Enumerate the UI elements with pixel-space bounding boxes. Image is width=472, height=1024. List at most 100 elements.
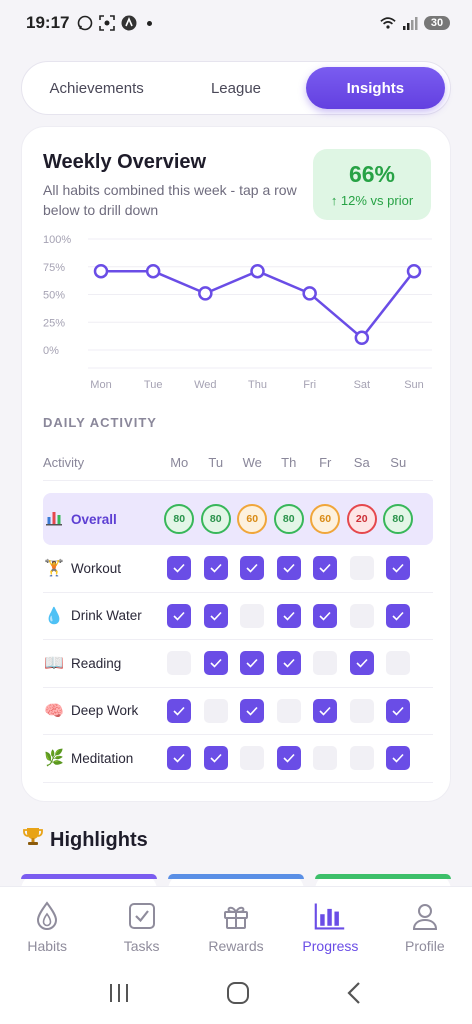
nav-progress-label: Progress	[302, 937, 359, 954]
tab-league[interactable]: League	[166, 67, 305, 109]
habit-checkbox-checked[interactable]	[240, 556, 265, 581]
nav-rewards[interactable]: Rewards	[189, 887, 283, 966]
grid-header-day: Sa	[353, 455, 370, 470]
data-point	[354, 330, 370, 346]
habit-row[interactable]: 🧠 Deep Work	[43, 688, 433, 735]
overall-day-cell[interactable]: 60	[234, 504, 271, 534]
overall-day-cell[interactable]: 80	[161, 504, 198, 534]
signal-icon	[402, 15, 418, 31]
grid-header-day: Th	[281, 455, 297, 470]
x-tick-label: Tue	[144, 379, 163, 391]
habit-checkbox-checked[interactable]	[240, 651, 265, 676]
home-icon[interactable]	[226, 981, 250, 1010]
habit-checkbox-checked[interactable]	[203, 746, 228, 771]
habit-checkbox-checked[interactable]	[240, 698, 265, 723]
nav-tasks-label: Tasks	[123, 937, 160, 954]
habit-checkbox-checked[interactable]	[313, 556, 338, 581]
habit-checkbox-checked[interactable]	[203, 603, 228, 628]
whatsapp-icon	[77, 15, 93, 31]
habit-label: Reading	[71, 655, 122, 671]
habit-label: Meditation	[71, 750, 134, 766]
day-score-badge: 80	[200, 504, 231, 534]
habit-checkbox-checked[interactable]	[276, 556, 301, 581]
overall-day-cell[interactable]: 60	[307, 504, 344, 534]
habit-checkbox-checked[interactable]	[386, 698, 411, 723]
nav-profile[interactable]: Profile	[378, 887, 472, 966]
overall-day-cell[interactable]: 80	[380, 504, 417, 534]
wifi-icon	[380, 15, 396, 31]
habit-checkbox-empty[interactable]	[276, 698, 301, 723]
habit-checkbox-empty[interactable]	[203, 698, 228, 723]
overall-day-cell[interactable]: 80	[271, 504, 308, 534]
nav-progress[interactable]: Progress	[283, 887, 377, 966]
weekly-overview-title: Weekly Overview	[43, 151, 207, 173]
nav-tasks[interactable]: Tasks	[94, 887, 188, 966]
grid-header-day: Su	[390, 455, 407, 470]
grid-header: Activity Mo Tu We Th Fr Sa Su	[43, 445, 433, 481]
habit-checkbox-checked[interactable]	[276, 746, 301, 771]
habit-checkbox-checked[interactable]	[276, 603, 301, 628]
brain-emoji-icon: 🧠	[44, 702, 64, 720]
habit-label: Drink Water	[71, 608, 142, 624]
overall-day-cell[interactable]: 20	[344, 504, 381, 534]
habit-checkbox-checked[interactable]	[167, 746, 192, 771]
book-emoji-icon: 📖	[44, 655, 64, 673]
habit-checkbox-empty[interactable]	[349, 556, 374, 581]
day-score-badge: 80	[383, 504, 414, 534]
x-tick-label: Mon	[90, 379, 111, 391]
habit-checkbox-checked[interactable]	[276, 651, 301, 676]
weekly-overview-card: Weekly Overview All habits combined this…	[21, 126, 451, 802]
habit-checkbox-empty[interactable]	[349, 746, 374, 771]
overall-row[interactable]: Overall 80 80 60 80 60 20 80	[43, 493, 433, 545]
habit-checkbox-checked[interactable]	[203, 651, 228, 676]
habit-row[interactable]: 🏋 Workout	[43, 545, 433, 593]
nav-profile-label: Profile	[404, 937, 445, 954]
habit-checkbox-empty[interactable]	[313, 746, 338, 771]
habit-checkbox-checked[interactable]	[349, 651, 374, 676]
habit-checkbox-checked[interactable]	[386, 556, 411, 581]
x-tick-label: Sun	[404, 379, 424, 391]
weightlifter-emoji-icon: 🏋	[44, 560, 64, 578]
dot-icon	[147, 20, 153, 26]
highlights-heading: Highlights	[22, 826, 148, 854]
bar-chart-icon	[314, 900, 346, 932]
habit-checkbox-checked[interactable]	[386, 603, 411, 628]
habit-checkbox-empty[interactable]	[240, 746, 265, 771]
habit-checkbox-empty[interactable]	[349, 698, 374, 723]
bar-chart-emoji-icon	[43, 508, 65, 531]
nav-rewards-label: Rewards	[208, 937, 264, 954]
habit-checkbox-checked[interactable]	[386, 746, 411, 771]
data-point	[198, 286, 213, 301]
y-tick-label: 50%	[43, 290, 65, 302]
series-line	[101, 269, 415, 340]
nav-habits[interactable]: Habits	[0, 887, 94, 966]
x-tick-label: Fri	[303, 379, 316, 391]
habit-checkbox-checked[interactable]	[167, 556, 192, 581]
habit-row[interactable]: 💧 Drink Water	[43, 593, 433, 640]
status-bar: 19:17 30	[0, 0, 472, 46]
overall-day-cell[interactable]: 80	[198, 504, 235, 534]
day-score-badge: 60	[237, 504, 268, 534]
y-tick-label: 25%	[43, 317, 65, 329]
habit-checkbox-empty[interactable]	[313, 651, 338, 676]
y-tick-label: 0%	[43, 345, 59, 357]
daily-activity-label: DAILY ACTIVITY	[43, 415, 157, 430]
habit-checkbox-checked[interactable]	[167, 603, 192, 628]
habit-checkbox-checked[interactable]	[203, 556, 228, 581]
tab-achievements[interactable]: Achievements	[27, 67, 166, 109]
habit-checkbox-empty[interactable]	[167, 651, 192, 676]
screenshot-icon	[99, 15, 116, 31]
habit-row[interactable]: 📖 Reading	[43, 640, 433, 688]
back-icon[interactable]	[345, 981, 365, 1010]
tab-insights[interactable]: Insights	[305, 67, 445, 109]
recents-icon[interactable]	[107, 982, 131, 1009]
habit-checkbox-empty[interactable]	[240, 603, 265, 628]
droplet-emoji-icon: 💧	[44, 607, 64, 625]
weekly-score-delta: ↑ 12% vs prior	[330, 193, 414, 208]
habit-row[interactable]: 🌿 Meditation	[43, 735, 433, 783]
habit-checkbox-checked[interactable]	[313, 698, 338, 723]
habit-checkbox-checked[interactable]	[313, 603, 338, 628]
habit-checkbox-empty[interactable]	[349, 603, 374, 628]
habit-checkbox-empty[interactable]	[386, 651, 411, 676]
habit-checkbox-checked[interactable]	[167, 698, 192, 723]
